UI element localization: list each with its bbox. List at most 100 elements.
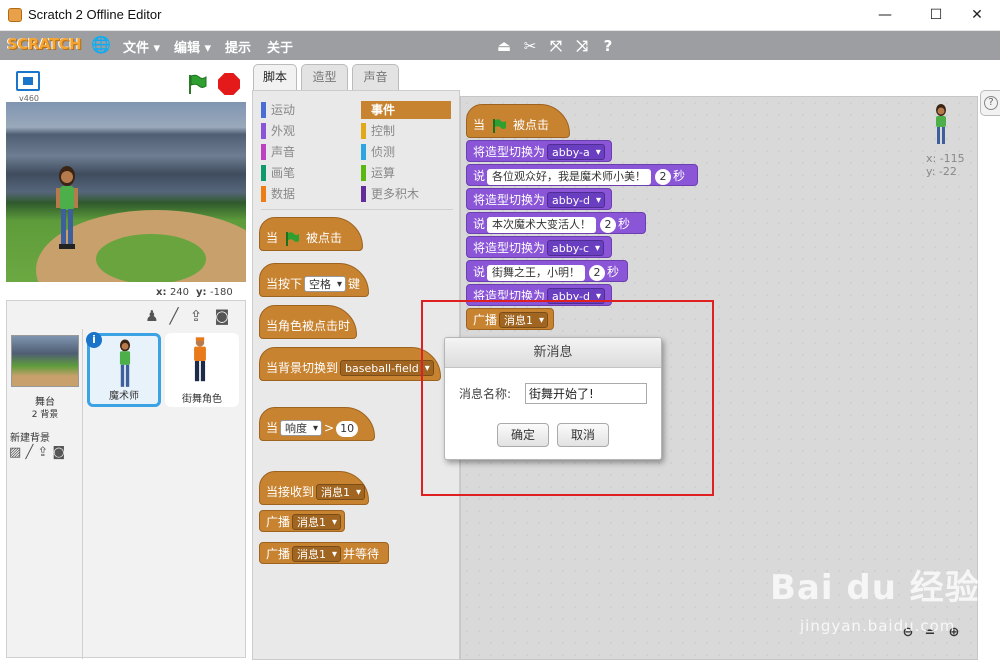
- block-text: 当: [473, 118, 486, 132]
- maximize-button[interactable]: ☐: [913, 0, 959, 31]
- block-text: 被点击: [306, 231, 343, 245]
- category-motion[interactable]: 运动: [261, 101, 351, 119]
- costume-dropdown[interactable]: abby-c: [547, 240, 605, 256]
- block-text: 广播: [266, 515, 291, 529]
- scratch-logo[interactable]: SCRATCH: [7, 35, 82, 53]
- script-say-for-secs[interactable]: 说各位观众好，我是魔术师小美！ 2 秒: [466, 164, 698, 186]
- info-icon[interactable]: i: [86, 332, 102, 348]
- grow-icon[interactable]: ⤧: [546, 36, 566, 56]
- paint-backdrop-icon[interactable]: ╱: [25, 445, 33, 460]
- tab-sounds[interactable]: 声音: [352, 64, 399, 90]
- block-broadcast[interactable]: 广播 消息1: [259, 510, 345, 532]
- sprite-card-magician[interactable]: i 魔术师: [86, 332, 161, 407]
- block-text: 当: [266, 421, 279, 435]
- category-sound[interactable]: 声音: [261, 143, 351, 161]
- stage-canvas[interactable]: [6, 102, 246, 282]
- say-text-input[interactable]: 本次魔术大变活人！: [487, 217, 597, 233]
- paint-sprite-icon[interactable]: ╱: [165, 307, 183, 325]
- stage-thumbnail[interactable]: [11, 335, 79, 387]
- new-message-dialog: 新消息 消息名称: 确定 取消: [444, 337, 662, 460]
- sprite-card-dancer[interactable]: 街舞角色: [165, 333, 239, 407]
- category-data[interactable]: 数据: [261, 185, 351, 203]
- threshold-input[interactable]: 10: [336, 421, 359, 437]
- script-switch-costume[interactable]: 将造型切换为 abby-c: [466, 236, 612, 258]
- category-pen[interactable]: 画笔: [261, 164, 351, 182]
- block-when-i-receive[interactable]: 当接收到 消息1: [259, 471, 369, 505]
- costume-dropdown[interactable]: abby-d: [547, 192, 605, 208]
- close-button[interactable]: ✕: [954, 0, 1000, 31]
- tab-costumes[interactable]: 造型: [301, 64, 348, 90]
- minimize-button[interactable]: —: [862, 0, 908, 31]
- camera-icon[interactable]: ◙: [213, 307, 231, 325]
- block-text: 当: [266, 231, 279, 245]
- choose-sprite-icon[interactable]: ♟: [143, 307, 161, 325]
- new-backdrop-label: 新建背景: [10, 433, 50, 444]
- category-operators[interactable]: 运算: [361, 164, 451, 182]
- stage-area: v460 x: 240 y: -180: [6, 66, 246, 298]
- secs-input[interactable]: 2: [589, 265, 606, 281]
- block-when-key-pressed[interactable]: 当按下空格键: [259, 263, 369, 297]
- block-when-flag-clicked[interactable]: 当 被点击: [259, 217, 363, 251]
- block-text: 当角色被点击时: [266, 319, 351, 333]
- menu-tips[interactable]: 提示: [225, 37, 251, 56]
- duplicate-stamp-icon[interactable]: ⏏: [494, 36, 514, 56]
- key-dropdown[interactable]: 空格: [304, 276, 347, 292]
- tab-scripts[interactable]: 脚本: [253, 64, 297, 91]
- shrink-icon[interactable]: ⤨: [572, 36, 592, 56]
- block-text: 广播: [266, 547, 291, 561]
- block-text: 键: [348, 277, 361, 291]
- category-looks[interactable]: 外观: [261, 122, 351, 140]
- script-switch-costume[interactable]: 将造型切换为 abby-d: [466, 188, 612, 210]
- baidu-watermark: Bai du 经验: [770, 568, 980, 608]
- block-when-sprite-clicked[interactable]: 当角色被点击时: [259, 305, 357, 339]
- camera-backdrop-icon[interactable]: ◙: [52, 445, 65, 460]
- say-text-input[interactable]: 各位观众好，我是魔术师小美！: [487, 169, 652, 185]
- script-say-for-secs[interactable]: 说街舞之王，小明！ 2 秒: [466, 260, 628, 282]
- dancer-thumb: [193, 337, 208, 385]
- secs-input[interactable]: 2: [655, 169, 672, 185]
- category-control[interactable]: 控制: [361, 122, 451, 140]
- ok-button[interactable]: 确定: [497, 423, 549, 447]
- choose-backdrop-icon[interactable]: ▨: [9, 445, 21, 460]
- y-value: -180: [210, 287, 233, 298]
- globe-icon[interactable]: 🌐: [91, 36, 111, 54]
- message-name-input[interactable]: [525, 383, 647, 404]
- category-sensing[interactable]: 侦测: [361, 143, 451, 161]
- sprite-y: y: -22: [926, 165, 957, 178]
- menu-file[interactable]: 文件 ▾: [123, 37, 160, 56]
- script-switch-costume[interactable]: 将造型切换为 abby-a: [466, 140, 612, 162]
- category-divider: [261, 209, 453, 210]
- block-when-backdrop-switches[interactable]: 当背景切换到 baseball-field: [259, 347, 441, 381]
- secs-input[interactable]: 2: [600, 217, 617, 233]
- block-broadcast-and-wait[interactable]: 广播消息1并等待: [259, 542, 389, 564]
- green-flag-icon[interactable]: [186, 73, 208, 95]
- cut-scissors-icon[interactable]: ✂: [520, 36, 540, 56]
- sensor-dropdown[interactable]: 响度: [280, 420, 323, 436]
- stop-icon[interactable]: [218, 73, 240, 95]
- script-when-flag-clicked[interactable]: 当 被点击: [466, 104, 570, 138]
- backdrop-dropdown[interactable]: baseball-field: [340, 360, 434, 376]
- script-say-for-secs[interactable]: 说本次魔术大变活人！ 2 秒: [466, 212, 646, 234]
- message-dropdown[interactable]: 消息1: [292, 514, 342, 530]
- baidu-watermark-url: jingyan.baidu.com: [800, 617, 956, 635]
- costume-dropdown[interactable]: abby-a: [547, 144, 605, 160]
- menu-edit[interactable]: 编辑 ▾: [174, 37, 211, 56]
- block-text: 当背景切换到: [266, 361, 339, 375]
- help-tab[interactable]: ?: [980, 90, 1000, 116]
- help-icon[interactable]: ?: [598, 36, 618, 56]
- category-more-blocks[interactable]: 更多积木: [361, 185, 451, 203]
- upload-backdrop-icon[interactable]: ⇪: [37, 445, 48, 460]
- fullscreen-icon[interactable]: [16, 71, 40, 91]
- cancel-button[interactable]: 取消: [557, 423, 609, 447]
- category-events[interactable]: 事件: [361, 101, 451, 119]
- message-dropdown[interactable]: 消息1: [292, 546, 342, 562]
- block-text: 并等待: [343, 547, 380, 561]
- sprite-pane: ♟ ╱ ⇪ ◙ 舞台 2 背景 新建背景 ▨ ╱ ⇪ ◙ i 魔术师 街舞角色: [6, 300, 246, 659]
- upload-sprite-icon[interactable]: ⇪: [187, 307, 205, 325]
- magician-sprite[interactable]: [54, 164, 80, 252]
- message-dropdown[interactable]: 消息1: [316, 484, 366, 500]
- say-text-input[interactable]: 街舞之王，小明！: [487, 265, 586, 281]
- menu-about[interactable]: 关于: [267, 37, 293, 56]
- block-when-greater-than[interactable]: 当响度>10: [259, 407, 375, 441]
- current-sprite-thumbnail: [936, 104, 946, 144]
